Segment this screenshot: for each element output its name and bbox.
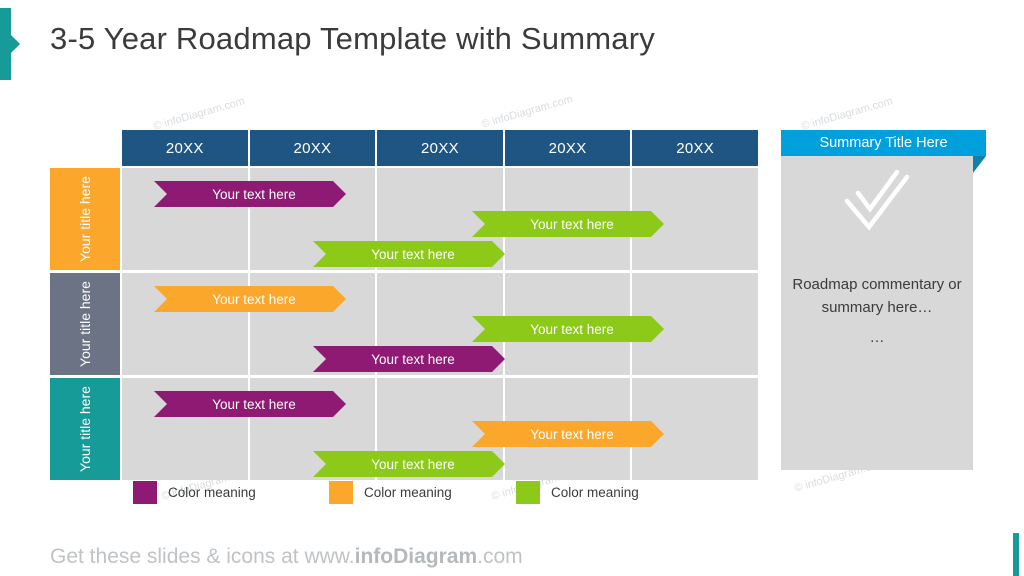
footer-prefix: Get these slides & icons at www. [50, 545, 355, 568]
row-label-1: Your title here [50, 168, 120, 270]
row-label-3: Your title here [50, 378, 120, 480]
timeline-row: Your title here Your text here Your text… [50, 378, 758, 480]
summary-title-banner: Summary Title Here [781, 130, 986, 156]
footer-brand: infoDiagram [354, 545, 478, 568]
timeline-bar[interactable]: Your text here [154, 391, 346, 417]
timeline-bar[interactable]: Your text here [472, 421, 664, 447]
legend-swatch [516, 481, 540, 504]
timeline-bar[interactable]: Your text here [154, 181, 346, 207]
footer-suffix: .com [477, 545, 523, 568]
timeline-bar[interactable]: Your text here [154, 286, 346, 312]
watermark: © infoDiagram.com [800, 95, 895, 133]
row-label-text: Your title here [76, 281, 93, 367]
year-header-cell: 20XX [377, 130, 503, 166]
row-label-text: Your title here [76, 386, 93, 472]
legend-item: Color meaning [516, 481, 639, 504]
summary-panel: Roadmap commentary or summary here… … [781, 155, 973, 470]
summary-ellipsis: … [869, 328, 885, 346]
timeline-row: Your title here Your text here Your text… [50, 168, 758, 270]
legend-label: Color meaning [364, 485, 452, 500]
watermark: © infoDiagram.com [480, 93, 575, 131]
title-accent-bar [0, 8, 11, 80]
summary-body-text: Roadmap commentary or summary here… … [791, 273, 963, 349]
legend-swatch [133, 481, 157, 504]
year-header-cell: 20XX [504, 130, 631, 166]
roadmap-grid: 20XX 20XX 20XX 20XX 20XX Your title here… [50, 130, 758, 480]
summary-body-line: Roadmap commentary or summary here… [792, 276, 962, 317]
timeline-bar[interactable]: Your text here [313, 451, 505, 477]
year-header-cell: 20XX [632, 130, 758, 166]
title-accent-arrow-icon [11, 35, 20, 53]
row-label-text: Your title here [76, 176, 93, 262]
year-header-cell: 20XX [122, 130, 248, 166]
checkmark-icon [839, 169, 915, 244]
row-label-2: Your title here [50, 273, 120, 375]
year-header-row: 20XX 20XX 20XX 20XX 20XX [122, 130, 758, 166]
timeline-bar[interactable]: Your text here [472, 316, 664, 342]
timeline-row: Your title here Your text here Your text… [50, 273, 758, 375]
year-header-cell: 20XX [249, 130, 376, 166]
legend-label: Color meaning [551, 485, 639, 500]
legend-label: Color meaning [168, 485, 256, 500]
legend-item: Color meaning [329, 481, 452, 504]
watermark: © infoDiagram.com [152, 95, 247, 133]
summary-banner-fold [973, 156, 986, 173]
legend: Color meaning Color meaning Color meanin… [133, 481, 693, 505]
timeline-bar[interactable]: Your text here [313, 346, 505, 372]
footer-accent-bar [1013, 533, 1019, 576]
page-title: 3-5 Year Roadmap Template with Summary [50, 21, 655, 56]
legend-item: Color meaning [133, 481, 256, 504]
legend-swatch [329, 481, 353, 504]
timeline-bar[interactable]: Your text here [472, 211, 664, 237]
timeline-bar[interactable]: Your text here [313, 241, 505, 267]
footer-text: Get these slides & icons at www.infoDiag… [50, 545, 523, 569]
